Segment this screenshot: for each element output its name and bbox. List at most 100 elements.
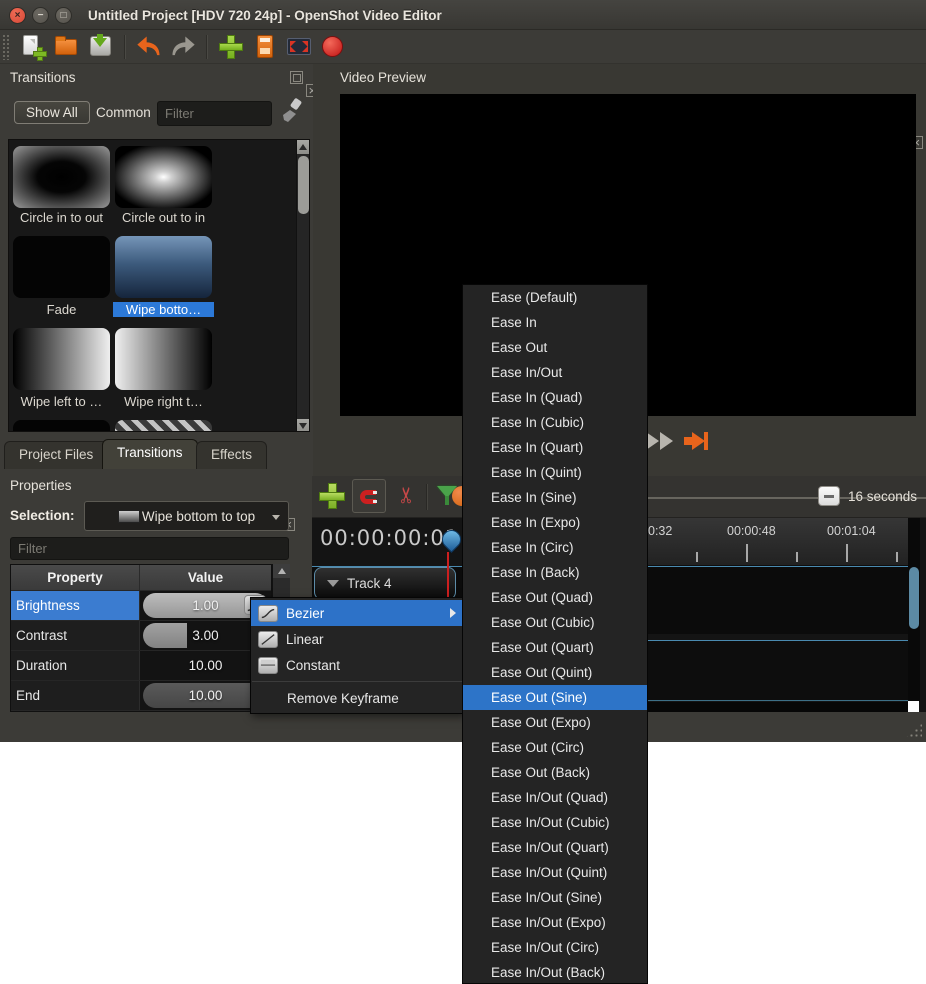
export-video-button[interactable] xyxy=(319,33,347,61)
title-editor-button[interactable] xyxy=(251,33,279,61)
menu-item-ease-in-quad[interactable]: Ease In (Quad) xyxy=(463,385,647,410)
jump-end-button[interactable] xyxy=(684,430,714,452)
window-resize-grip[interactable] xyxy=(904,723,922,739)
column-header-property[interactable]: Property xyxy=(11,565,140,590)
menu-item-ease-in-out-quad[interactable]: Ease In/Out (Quad) xyxy=(463,785,647,810)
scrollbar-thumb[interactable] xyxy=(298,156,309,214)
transitions-scrollbar[interactable] xyxy=(296,140,309,432)
table-header: Property Value xyxy=(11,565,271,591)
scroll-down-button[interactable] xyxy=(297,419,309,432)
column-header-value[interactable]: Value xyxy=(140,565,271,590)
constant-icon xyxy=(258,657,278,674)
timeline-vertical-scrollbar[interactable] xyxy=(908,518,920,702)
menu-item-ease-out-quart[interactable]: Ease Out (Quart) xyxy=(463,635,647,660)
snapping-toggle-button[interactable] xyxy=(352,479,386,513)
transition-thumb-wipe-left-to-right[interactable] xyxy=(13,328,110,390)
menu-item-ease-in-out-quart[interactable]: Ease In/Out (Quart) xyxy=(463,835,647,860)
redo-button[interactable] xyxy=(169,33,197,61)
menu-item-constant[interactable]: Constant xyxy=(251,652,463,678)
menu-item-bezier[interactable]: Bezier xyxy=(251,600,463,626)
selection-dropdown[interactable]: Wipe bottom to top xyxy=(84,501,289,531)
menu-item-ease-out-back[interactable]: Ease Out (Back) xyxy=(463,760,647,785)
menu-item-ease-in-out-expo[interactable]: Ease In/Out (Expo) xyxy=(463,910,647,935)
menu-item-ease-in-out-sine[interactable]: Ease In/Out (Sine) xyxy=(463,885,647,910)
undo-button[interactable] xyxy=(135,33,163,61)
open-project-button[interactable] xyxy=(53,33,81,61)
bezier-icon xyxy=(258,605,278,622)
video-preview-title: Video Preview xyxy=(340,70,426,85)
property-value: 3.00 xyxy=(192,628,218,643)
property-name: Brightness xyxy=(11,591,140,620)
collapse-track-icon[interactable] xyxy=(327,580,339,587)
common-filter-button[interactable]: Common xyxy=(96,105,151,120)
transition-thumb-partial[interactable] xyxy=(115,420,212,432)
transition-thumb-circle-out-to-in[interactable] xyxy=(115,146,212,208)
menu-item-ease-in-circ[interactable]: Ease In (Circ) xyxy=(463,535,647,560)
menu-item-ease-out-expo[interactable]: Ease Out (Expo) xyxy=(463,710,647,735)
menu-item-ease-out-cubic[interactable]: Ease Out (Cubic) xyxy=(463,610,647,635)
show-all-button[interactable]: Show All xyxy=(14,101,90,124)
menu-item-ease-in-cubic[interactable]: Ease In (Cubic) xyxy=(463,410,647,435)
menu-item-ease-out[interactable]: Ease Out xyxy=(463,335,647,360)
menu-item-ease-in-quart[interactable]: Ease In (Quart) xyxy=(463,435,647,460)
save-project-button[interactable] xyxy=(87,33,115,61)
transition-label: Wipe right t… xyxy=(113,394,214,409)
menu-item-linear[interactable]: Linear xyxy=(251,626,463,652)
menu-item-ease-in-out-back[interactable]: Ease In/Out (Back) xyxy=(463,960,647,984)
menu-item-ease-out-sine[interactable]: Ease Out (Sine) xyxy=(463,685,647,710)
tab-transitions[interactable]: Transitions xyxy=(102,439,198,469)
transition-thumb-fade[interactable] xyxy=(13,236,110,298)
import-files-button[interactable] xyxy=(217,33,245,61)
table-row[interactable]: Duration 10.00 xyxy=(11,651,271,681)
menu-item-ease-in[interactable]: Ease In xyxy=(463,310,647,335)
close-window-button[interactable]: × xyxy=(9,7,26,24)
menu-item-ease-in-sine[interactable]: Ease In (Sine) xyxy=(463,485,647,510)
clear-filter-brush-icon[interactable] xyxy=(280,98,302,124)
scroll-up-button[interactable] xyxy=(297,140,309,154)
table-row[interactable]: End 10.00 xyxy=(11,681,271,711)
transition-thumb-partial[interactable] xyxy=(13,420,110,432)
menu-item-remove-keyframe[interactable]: Remove Keyframe xyxy=(251,685,463,711)
transitions-filter-input[interactable] xyxy=(157,101,272,126)
menu-item-ease-out-circ[interactable]: Ease Out (Circ) xyxy=(463,735,647,760)
razor-tool-button[interactable]: ✂ xyxy=(394,482,420,508)
transition-thumb-wipe-right-to-left[interactable] xyxy=(115,328,212,390)
table-row[interactable]: Brightness 1.00 xyxy=(11,591,271,621)
minimize-window-button[interactable]: − xyxy=(32,7,49,24)
transition-label-selected: Wipe botto… xyxy=(113,302,214,317)
toolbar-drag-handle[interactable] xyxy=(2,34,10,60)
maximize-window-button[interactable]: □ xyxy=(55,7,72,24)
menu-item-ease-default[interactable]: Ease (Default) xyxy=(463,285,647,310)
menu-item-ease-in-out[interactable]: Ease In/Out xyxy=(463,360,647,385)
track-header[interactable]: Track 4 xyxy=(314,567,456,600)
zoom-out-icon[interactable] xyxy=(818,486,840,506)
properties-filter-input[interactable] xyxy=(10,537,289,560)
transition-thumb-circle-in-to-out[interactable] xyxy=(13,146,110,208)
scrollbar-thumb[interactable] xyxy=(909,567,919,629)
ruler-label: 0:32 xyxy=(648,524,672,538)
menu-item-ease-in-expo[interactable]: Ease In (Expo) xyxy=(463,510,647,535)
zoom-level-label: 16 seconds xyxy=(848,489,917,504)
ruler-label: 00:00:48 xyxy=(727,524,776,538)
tab-project-files[interactable]: Project Files xyxy=(4,441,108,469)
property-name: End xyxy=(11,681,140,710)
fullscreen-icon xyxy=(287,38,311,55)
menu-item-ease-in-out-cubic[interactable]: Ease In/Out (Cubic) xyxy=(463,810,647,835)
table-row[interactable]: Contrast 3.00 xyxy=(11,621,271,651)
menu-item-ease-in-back[interactable]: Ease In (Back) xyxy=(463,560,647,585)
menu-item-ease-in-out-circ[interactable]: Ease In/Out (Circ) xyxy=(463,935,647,960)
menu-item-ease-out-quint[interactable]: Ease Out (Quint) xyxy=(463,660,647,685)
magnet-icon xyxy=(360,490,376,504)
menu-item-ease-in-out-quint[interactable]: Ease In/Out (Quint) xyxy=(463,860,647,885)
tab-effects[interactable]: Effects xyxy=(196,441,267,469)
fast-forward-button[interactable] xyxy=(646,430,676,452)
menu-item-ease-in-quint[interactable]: Ease In (Quint) xyxy=(463,460,647,485)
new-project-button[interactable] xyxy=(19,33,47,61)
menu-item-ease-out-quad[interactable]: Ease Out (Quad) xyxy=(463,585,647,610)
add-track-button[interactable] xyxy=(320,484,344,508)
selection-thumbnail-icon xyxy=(118,510,140,523)
scroll-up-button[interactable] xyxy=(273,564,290,578)
float-panel-icon[interactable] xyxy=(290,71,303,84)
fullscreen-button[interactable] xyxy=(285,33,313,61)
transition-thumb-wipe-bottom-to-top[interactable] xyxy=(115,236,212,298)
